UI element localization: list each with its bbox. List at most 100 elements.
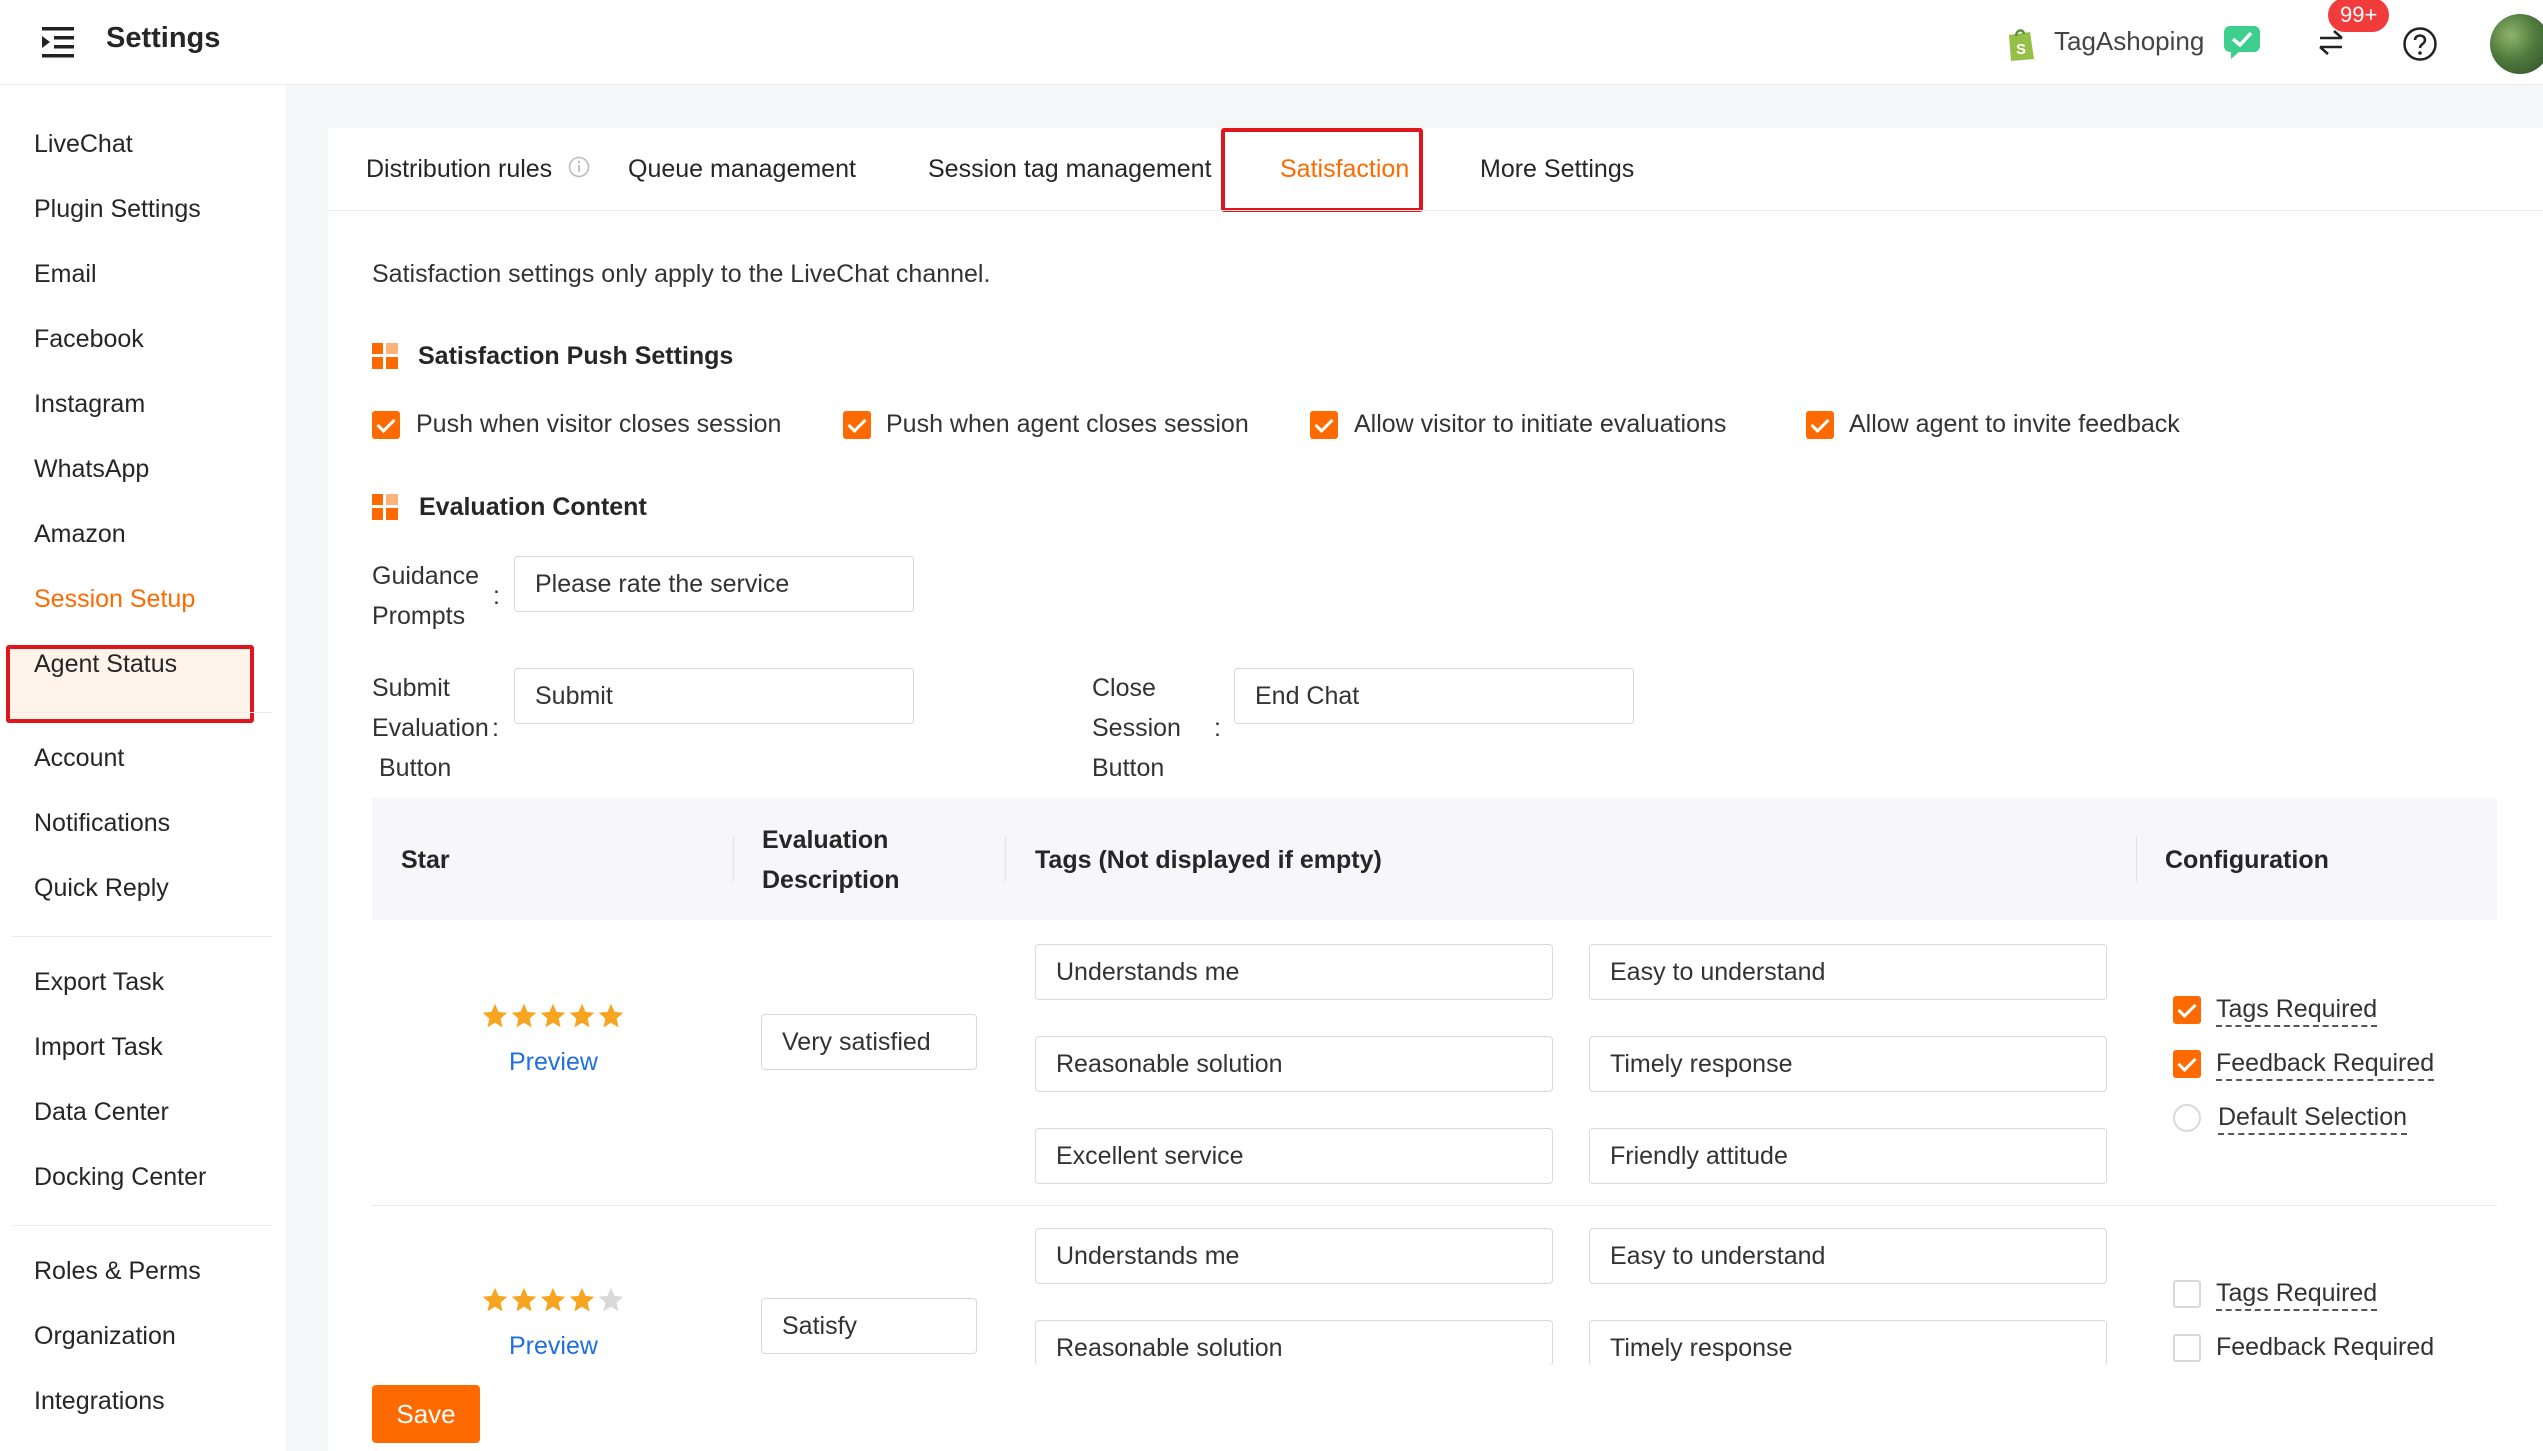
sidebar-item-email[interactable]: Email — [34, 260, 97, 289]
column-header-description: Evaluation — [762, 826, 889, 854]
row-divider — [372, 1205, 2497, 1206]
shop-name[interactable]: TagAshoping — [2054, 26, 2204, 57]
sidebar-item-notifications[interactable]: Notifications — [34, 809, 170, 838]
tag-input[interactable]: Reasonable solution — [1035, 1320, 1553, 1366]
sidebar-item-livechat[interactable]: LiveChat — [34, 130, 133, 159]
tags-required-label: Tags Required — [2216, 1279, 2378, 1311]
sidebar-item-plugin-settings[interactable]: Plugin Settings — [34, 195, 201, 224]
column-header-tags: Tags (Not displayed if empty) — [1035, 846, 1382, 874]
column-header-configuration: Configuration — [2165, 846, 2329, 874]
tag-input[interactable]: Reasonable solution — [1035, 1036, 1553, 1092]
checkbox-label: Tags Required — [2216, 1279, 2378, 1311]
preview-link[interactable]: Preview — [509, 1332, 598, 1361]
top-bar: Settings S TagAshoping 99+ — [0, 0, 2543, 85]
sidebar-item-roles-perms[interactable]: Roles & Perms — [34, 1257, 201, 1286]
allow-agent-invite-checkbox[interactable] — [1806, 411, 1834, 439]
column-separator — [733, 836, 734, 882]
sidebar-item-import-task[interactable]: Import Task — [34, 1033, 163, 1062]
allow-visitor-evaluate-checkbox[interactable] — [1310, 411, 1338, 439]
guidance-label: Guidance — [372, 562, 480, 590]
close-button-text-input[interactable]: End Chat — [1234, 668, 1634, 724]
radio-label: Default Selection — [2218, 1103, 2408, 1135]
checkbox-label: Push when agent closes session — [886, 410, 1249, 438]
sidebar-divider — [12, 1225, 272, 1226]
star-filled-icon — [482, 1287, 508, 1312]
close-label: Close — [1092, 674, 1156, 702]
page-title: Settings — [106, 22, 221, 54]
guidance-label: Prompts — [372, 602, 466, 630]
help-icon[interactable] — [2402, 26, 2438, 62]
star-filled-icon — [511, 1287, 537, 1312]
sidebar: LiveChat Plugin Settings Email Facebook … — [0, 85, 286, 1451]
sidebar-item-organization[interactable]: Organization — [34, 1322, 176, 1351]
sidebar-divider — [12, 936, 272, 937]
sidebar-item-agent-status[interactable]: Agent Status — [34, 650, 177, 679]
sidebar-item-docking-center[interactable]: Docking Center — [34, 1163, 206, 1192]
tag-input[interactable]: Easy to understand — [1589, 1228, 2107, 1284]
evaluation-description-input[interactable]: Satisfy — [761, 1298, 977, 1354]
preview-link[interactable]: Preview — [509, 1048, 598, 1077]
feedback-required-checkbox[interactable] — [2173, 1334, 2201, 1362]
star-filled-icon — [598, 1003, 624, 1028]
tag-input[interactable]: Understands me — [1035, 1228, 1553, 1284]
sidebar-item-amazon[interactable]: Amazon — [34, 520, 126, 549]
sidebar-item-data-center[interactable]: Data Center — [34, 1098, 169, 1127]
tag-input[interactable]: Timely response — [1589, 1036, 2107, 1092]
sidebar-item-session-setup[interactable]: Session Setup — [34, 585, 195, 614]
checkbox-label: Push when visitor closes session — [416, 410, 782, 438]
submit-label: Submit — [372, 674, 450, 702]
tab-queue-management[interactable]: Queue management — [628, 155, 856, 184]
sidebar-item-facebook[interactable]: Facebook — [34, 325, 144, 354]
sidebar-item-export-task[interactable]: Export Task — [34, 968, 164, 997]
label-colon: : — [1214, 714, 1221, 742]
save-button[interactable]: Save — [372, 1385, 480, 1443]
tab-satisfaction[interactable]: Satisfaction — [1280, 155, 1409, 184]
tab-distribution-rules[interactable]: Distribution rules — [366, 155, 552, 184]
svg-text:S: S — [2016, 41, 2026, 58]
checkbox-label: Feedback Required — [2216, 1333, 2435, 1361]
sidebar-item-account[interactable]: Account — [34, 744, 124, 773]
push-agent-closes-checkbox[interactable] — [843, 411, 871, 439]
star-filled-icon — [540, 1003, 566, 1028]
evaluation-content-title: Evaluation Content — [419, 493, 647, 521]
star-rating-4 — [481, 1286, 626, 1314]
guidance-prompt-input[interactable]: Please rate the service — [514, 556, 914, 612]
tags-required-checkbox[interactable] — [2173, 1280, 2201, 1308]
tag-input[interactable]: Friendly attitude — [1589, 1128, 2107, 1184]
column-header-star: Star — [401, 846, 450, 874]
tabs-divider — [328, 210, 2543, 211]
tab-session-tag-management[interactable]: Session tag management — [928, 155, 1212, 184]
label-colon: : — [492, 714, 499, 742]
default-selection-label: Default Selection — [2218, 1103, 2408, 1135]
star-rating-5 — [481, 1002, 626, 1030]
evaluation-description-input[interactable]: Very satisfied — [761, 1014, 977, 1070]
sidebar-item-whatsapp[interactable]: WhatsApp — [34, 455, 149, 484]
submit-button-text-input[interactable]: Submit — [514, 668, 914, 724]
tag-input[interactable]: Excellent service — [1035, 1128, 1553, 1184]
grid-section-icon — [372, 494, 398, 520]
star-empty-icon — [598, 1287, 624, 1312]
submit-label: Evaluation — [372, 714, 489, 742]
sidebar-item-instagram[interactable]: Instagram — [34, 390, 145, 419]
checkbox-label: Tags Required — [2216, 995, 2378, 1027]
tags-required-checkbox[interactable] — [2173, 996, 2201, 1024]
star-filled-icon — [540, 1287, 566, 1312]
tag-input[interactable]: Easy to understand — [1589, 944, 2107, 1000]
sidebar-item-quick-reply[interactable]: Quick Reply — [34, 874, 169, 903]
feedback-required-checkbox[interactable] — [2173, 1050, 2201, 1078]
push-visitor-closes-checkbox[interactable] — [372, 411, 400, 439]
sidebar-item-integrations[interactable]: Integrations — [34, 1387, 165, 1416]
submit-label: Button — [379, 754, 452, 782]
default-selection-radio[interactable] — [2173, 1104, 2201, 1132]
tab-more-settings[interactable]: More Settings — [1480, 155, 1634, 184]
tag-input[interactable]: Timely response — [1589, 1320, 2107, 1366]
avatar[interactable] — [2490, 14, 2543, 74]
close-label: Button — [1092, 754, 1165, 782]
star-filled-icon — [482, 1003, 508, 1028]
menu-fold-icon[interactable] — [38, 24, 78, 60]
feedback-required-label: Feedback Required — [2216, 1049, 2435, 1081]
label-colon: : — [493, 582, 500, 610]
info-icon[interactable] — [568, 156, 590, 178]
message-check-icon[interactable] — [2221, 22, 2263, 60]
tag-input[interactable]: Understands me — [1035, 944, 1553, 1000]
